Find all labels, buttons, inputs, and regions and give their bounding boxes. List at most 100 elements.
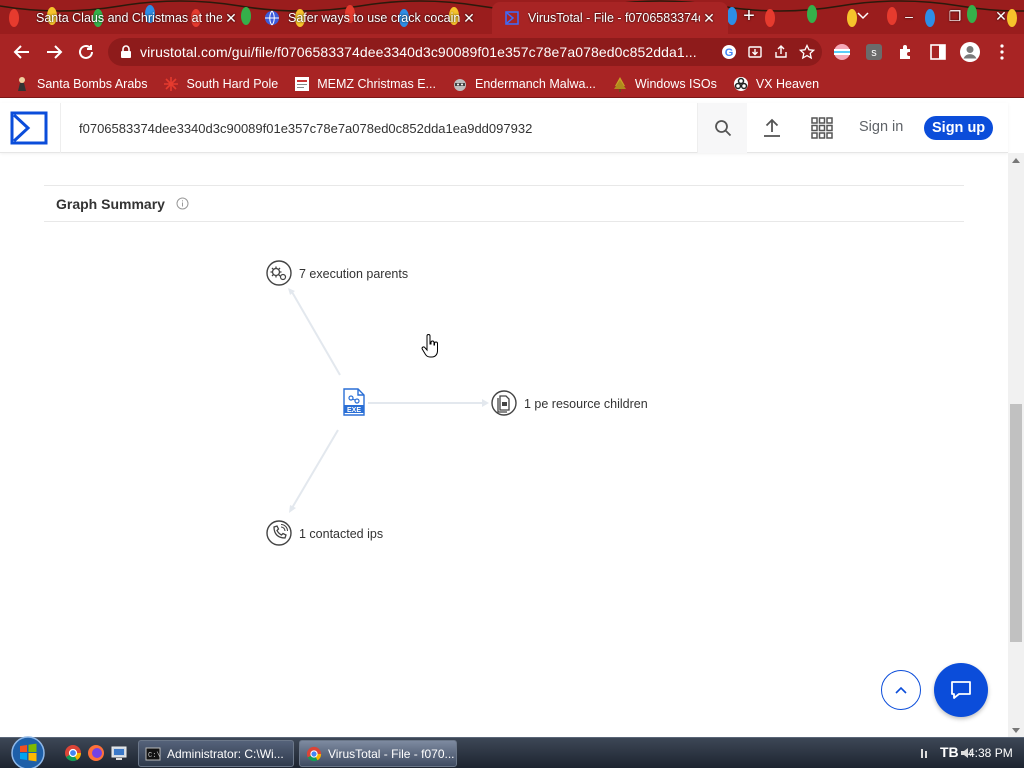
tray-app-icon[interactable]: TB bbox=[940, 744, 959, 760]
divider bbox=[44, 221, 964, 222]
svg-text:s: s bbox=[871, 47, 877, 59]
virustotal-header: Sign in Sign up bbox=[0, 103, 1008, 153]
tree-icon bbox=[612, 76, 628, 92]
bookmark-label: Santa Bombs Arabs bbox=[37, 76, 148, 91]
person-icon bbox=[14, 76, 30, 92]
my-computer-icon[interactable] bbox=[110, 744, 128, 762]
address-bar[interactable]: virustotal.com/gui/file/f0706583374dee33… bbox=[108, 38, 822, 66]
edge-contacted-ips bbox=[291, 429, 339, 509]
bookmark-vx-heaven[interactable]: VX Heaven bbox=[733, 76, 819, 92]
search-button[interactable] bbox=[697, 103, 747, 153]
chat-button[interactable] bbox=[934, 663, 988, 717]
minimize-button[interactable]: – bbox=[886, 0, 932, 32]
side-panel-icon[interactable] bbox=[926, 40, 950, 64]
cmd-icon: C:\ bbox=[145, 747, 161, 760]
edge-execution-parents bbox=[291, 291, 341, 376]
tab-search-button[interactable] bbox=[840, 0, 886, 32]
scroll-up-button[interactable] bbox=[1008, 153, 1024, 167]
google-icon[interactable]: G bbox=[718, 41, 740, 63]
tab-virustotal[interactable]: VirusTotal - File - f0706583374d ✕ bbox=[492, 2, 728, 34]
tab-strip: Santa Claus and Christmas at the ✕ Safer… bbox=[0, 0, 1024, 34]
bookmark-star-icon[interactable] bbox=[796, 41, 818, 63]
divider bbox=[44, 185, 964, 186]
node-label-pe-resource-children[interactable]: 1 pe resource children bbox=[524, 397, 648, 411]
bookmark-windows-isos[interactable]: Windows ISOs bbox=[612, 76, 717, 92]
bookmark-south-hard-pole[interactable]: South Hard Pole bbox=[163, 76, 278, 92]
taskbar-item-chrome[interactable]: VirusTotal - File - f070... bbox=[299, 740, 457, 767]
svg-text:G: G bbox=[725, 47, 734, 59]
lock-icon bbox=[121, 45, 131, 58]
execution-parents-icon[interactable] bbox=[266, 260, 292, 286]
extension-flag-icon[interactable] bbox=[830, 40, 854, 64]
extension-s-icon[interactable]: s bbox=[862, 40, 886, 64]
scroll-thumb[interactable] bbox=[1010, 404, 1022, 642]
new-tab-button[interactable]: + bbox=[738, 5, 760, 27]
share-icon[interactable] bbox=[770, 41, 792, 63]
page-scrollbar[interactable] bbox=[1008, 153, 1024, 737]
bookmark-endermanch-malware[interactable]: Endermanch Malwa... bbox=[452, 76, 596, 92]
windows-taskbar: C:\ Administrator: C:\Wi... VirusTotal -… bbox=[0, 735, 1024, 768]
info-icon[interactable] bbox=[176, 197, 189, 210]
browser-toolbar: virustotal.com/gui/file/f0706583374dee33… bbox=[0, 34, 1024, 70]
snowflake-icon bbox=[163, 76, 179, 92]
bookmark-santa-bombs-arabs[interactable]: Santa Bombs Arabs bbox=[14, 76, 147, 92]
clock[interactable]: 4:38 PM bbox=[968, 746, 1013, 760]
firefox-icon[interactable] bbox=[87, 744, 105, 762]
apps-grid-icon[interactable] bbox=[810, 116, 834, 140]
node-label-contacted-ips[interactable]: 1 contacted ips bbox=[299, 527, 383, 541]
bookmark-label: Endermanch Malwa... bbox=[474, 76, 596, 91]
tab-santa-claus[interactable]: Santa Claus and Christmas at the ✕ bbox=[24, 2, 250, 34]
upload-icon[interactable] bbox=[760, 116, 784, 140]
edge-arrowhead bbox=[482, 399, 489, 407]
back-button[interactable] bbox=[8, 38, 36, 66]
globe-icon bbox=[265, 10, 279, 26]
tab-title: Safer ways to use crack cocaine bbox=[288, 11, 460, 25]
contacted-ips-icon[interactable] bbox=[266, 520, 292, 546]
tab-title: Santa Claus and Christmas at the bbox=[36, 11, 222, 25]
taskbar-item-cmd[interactable]: C:\ Administrator: C:\Wi... bbox=[138, 740, 294, 767]
node-label-execution-parents[interactable]: 7 execution parents bbox=[299, 267, 408, 281]
tab-safer-ways[interactable]: Safer ways to use crack cocaine ✕ bbox=[252, 2, 488, 34]
scroll-to-top-button[interactable] bbox=[881, 670, 921, 710]
sign-up-button[interactable]: Sign up bbox=[924, 116, 994, 140]
menu-kebab-icon[interactable] bbox=[990, 40, 1014, 64]
triangle-up-icon bbox=[1012, 157, 1020, 163]
bookmark-label: Windows ISOs bbox=[634, 76, 717, 91]
section-title: Graph Summary bbox=[56, 196, 165, 212]
reload-icon bbox=[79, 44, 93, 59]
search-input[interactable] bbox=[61, 103, 697, 153]
sign-in-link[interactable]: Sign in bbox=[859, 119, 903, 135]
chrome-icon bbox=[306, 746, 322, 761]
svg-text:C:\: C:\ bbox=[148, 752, 161, 760]
reload-button[interactable] bbox=[72, 38, 100, 66]
profile-avatar-icon[interactable] bbox=[958, 40, 982, 64]
extensions-puzzle-icon[interactable] bbox=[894, 40, 918, 64]
bookmark-label: South Hard Pole bbox=[186, 76, 279, 91]
pe-resource-icon[interactable] bbox=[491, 390, 517, 416]
bookmark-label: MEMZ Christmas E... bbox=[317, 76, 436, 91]
chevron-up-icon bbox=[895, 686, 907, 694]
tray-signal-icon[interactable] bbox=[920, 747, 930, 759]
start-orb-icon[interactable] bbox=[8, 735, 48, 768]
exe-file-icon[interactable]: EXE bbox=[342, 388, 366, 416]
forward-button[interactable] bbox=[40, 38, 68, 66]
close-icon[interactable]: ✕ bbox=[460, 9, 478, 27]
virustotal-favicon-icon bbox=[505, 11, 519, 25]
taskbar-item-label: VirusTotal - File - f070... bbox=[328, 746, 455, 761]
chat-bubble-icon bbox=[951, 681, 971, 699]
restore-button[interactable]: ❐ bbox=[932, 0, 978, 32]
raccoon-icon bbox=[452, 76, 468, 92]
search-box bbox=[60, 103, 747, 153]
scroll-down-button[interactable] bbox=[1008, 723, 1024, 737]
hand-cursor-icon bbox=[421, 334, 438, 358]
bookmark-label: VX Heaven bbox=[755, 76, 820, 91]
close-icon[interactable]: ✕ bbox=[222, 9, 240, 27]
install-app-icon[interactable] bbox=[744, 41, 766, 63]
close-icon[interactable]: ✕ bbox=[700, 9, 718, 27]
bookmark-memz-christmas[interactable]: MEMZ Christmas E... bbox=[294, 76, 436, 92]
virustotal-logo-icon[interactable] bbox=[10, 111, 48, 145]
chrome-icon[interactable] bbox=[64, 744, 82, 762]
close-window-button[interactable]: ✕ bbox=[978, 0, 1024, 32]
triangle-down-icon bbox=[1012, 727, 1020, 733]
arrow-left-icon bbox=[13, 45, 29, 59]
